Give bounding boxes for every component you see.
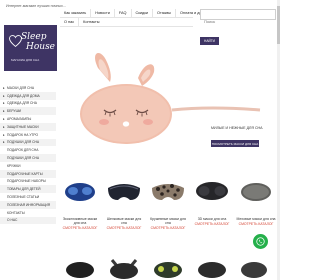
sidebar-item-label: ОДЕЖДА ДЛЯ ДОМА (7, 93, 40, 98)
nav-link-discounts[interactable]: Скидки (132, 8, 154, 18)
product-image-lace-mask[interactable] (148, 174, 188, 210)
sidebar-item-label: ПОЛЕЗНЫЕ СТАТЬИ (7, 195, 40, 200)
product-link[interactable]: СМОТРЕТЬ КАТАЛОГ (104, 226, 144, 230)
sidebar-item-info[interactable]: ПОЛЕЗНАЯ ИНФОРМАЦИЯ (0, 200, 56, 209)
sidebar-item-label: КРУЖКИ (7, 163, 21, 168)
sidebar-item-earplugs[interactable]: ▸ БЕРУШИ (0, 107, 56, 116)
sidebar-item-sleep-pillows[interactable]: ПОДУШКИ ДЛЯ СНА (0, 154, 56, 162)
sidebar-item-articles[interactable]: ПОЛЕЗНЫЕ СТАТЬИ (0, 193, 56, 201)
scrollbar-thumb[interactable] (277, 6, 280, 44)
chevron-right-icon: ▸ (3, 109, 5, 114)
category-sidebar: ▸ МАСКИ ДЛЯ СНА ▸ ОДЕЖДА ДЛЯ ДОМА ▸ ОДЕЖДА … (0, 84, 56, 225)
product-card[interactable]: Шелковые маски для сна СМОТРЕТЬ КАТАЛОГ (104, 174, 144, 230)
chevron-right-icon: ▸ (3, 117, 5, 122)
product-image[interactable] (104, 252, 144, 280)
bunny-nose (122, 121, 130, 127)
product-link[interactable]: СМОТРЕТЬ КАТАЛОГ (148, 226, 188, 230)
sidebar-item-label: ПОДУШКИ ДЛЯ СНА (7, 140, 40, 145)
product-title: Шелковые маски для сна (106, 217, 142, 226)
product-title: 3D маски для сна (197, 217, 227, 221)
sidebar-item-protective-masks[interactable]: ▸ ЗАЩИТНЫЕ МАСКИ (0, 122, 56, 131)
top-navigation: Как заказать Новости FAQ Скидки Отзывы О… (60, 8, 213, 27)
sidebar-item-kids[interactable]: ТОВАРЫ ДЛЯ ДЕТЕЙ (0, 185, 56, 194)
site-logo[interactable]: Sleep House МАГАЗИН ДЛЯ СНА (4, 25, 57, 71)
sidebar-item-label: ОДЕЖДА ДЛЯ СНА (7, 101, 37, 106)
sidebar-item-label: ТОВАРЫ ДЛЯ ДЕТЕЙ (7, 187, 41, 192)
sidebar-item-sleepwear[interactable]: ▸ ОДЕЖДА ДЛЯ СНА (0, 100, 56, 108)
sidebar-item-gift-sets[interactable]: ПОДАРОЧНЫЕ НАБОРЫ (0, 178, 56, 186)
product-title: Эксклюзивные маски для сна (62, 217, 98, 226)
product-image[interactable] (236, 252, 276, 280)
product-link[interactable]: СМОТРЕТЬ КАТАЛОГ (192, 222, 232, 226)
sidebar-item-label: КОНТАКТЫ (7, 210, 25, 215)
sidebar-item-label: ЗАЩИТНЫЕ МАСКИ (7, 124, 39, 129)
product-card[interactable]: Кружевные маски для сна СМОТРЕТЬ КАТАЛОГ (148, 174, 188, 230)
nav-row-2: О нас Контакты (60, 17, 193, 27)
product-image[interactable] (192, 252, 232, 280)
product-image-3d-mask[interactable] (192, 174, 232, 210)
chevron-right-icon: ▸ (3, 140, 5, 145)
sidebar-item-label: ПОДАРОК ДЛЯ СНА (7, 148, 39, 153)
sidebar-item-label: ПОДАРОЧНЫЕ НАБОРЫ (7, 179, 46, 184)
nav-link-reviews[interactable]: Отзывы (153, 8, 176, 18)
page-scrollbar[interactable] (277, 0, 280, 280)
nav-link-faq[interactable]: FAQ (115, 8, 132, 18)
product-image-silk-mask[interactable] (104, 174, 144, 210)
sidebar-item-label: ПОДАРОК НА УТРО (7, 132, 39, 137)
chevron-right-icon: ▸ (3, 124, 5, 129)
product-image-exclusive-mask[interactable] (60, 174, 100, 210)
sidebar-item-label: ПОДУШКИ ДЛЯ СНА (7, 156, 40, 161)
sidebar-item-mugs[interactable]: КРУЖКИ (0, 162, 56, 170)
sidebar-item-contacts[interactable]: КОНТАКТЫ (0, 209, 56, 217)
product-link[interactable]: СМОТРЕТЬ КАТАЛОГ (236, 222, 276, 226)
product-card[interactable]: Эксклюзивные маски для сна СМОТРЕТЬ КАТА… (60, 174, 100, 230)
logo-text-sleep: Sleep (21, 32, 47, 42)
logo-slogan: МАГАЗИН ДЛЯ СНА (11, 58, 40, 62)
logo-text-house: House (26, 42, 56, 52)
search-box (200, 9, 276, 26)
sidebar-item-label: АРОМАЛАМПЫ (7, 117, 32, 122)
sidebar-item-pillows[interactable]: ▸ ПОДУШКИ ДЛЯ СНА (0, 138, 56, 147)
nav-link-contacts[interactable]: Контакты (79, 18, 103, 27)
chevron-right-icon: ▸ (3, 101, 5, 106)
product-card[interactable]: 3D маски для сна СМОТРЕТЬ КАТАЛОГ (192, 174, 232, 226)
sidebar-item-label: МАСКИ ДЛЯ СНА (7, 85, 35, 90)
sidebar-item-gift-cards[interactable]: ПОДАРОЧНЫЕ КАРТЫ (0, 169, 56, 178)
product-title: Кружевные маски для сна (150, 217, 186, 226)
sidebar-item-label: ПОЛЕЗНАЯ ИНФОРМАЦИЯ (7, 202, 51, 207)
sidebar-item-homewear[interactable]: ▸ ОДЕЖДА ДЛЯ ДОМА (0, 91, 56, 100)
product-image[interactable] (60, 252, 100, 280)
chevron-right-icon: ▸ (3, 132, 5, 137)
sidebar-item-gift-for-sleep[interactable]: ПОДАРОК ДЛЯ СНА (0, 146, 56, 154)
nav-link-how-to-order[interactable]: Как заказать (60, 8, 92, 18)
product-image-fur-mask[interactable] (236, 174, 276, 210)
header-tagline: Интернет-магазин лучших ночных... (6, 4, 66, 8)
chevron-right-icon: ▸ (3, 93, 5, 98)
nav-link-about[interactable]: О нас (60, 17, 80, 27)
product-image[interactable] (148, 252, 188, 280)
chevron-right-icon: ▸ (3, 85, 5, 90)
sidebar-item-morning-gift[interactable]: ▸ ПОДАРОК НА УТРО (0, 131, 56, 139)
sidebar-item-label: ПОДАРОЧНЫЕ КАРТЫ (7, 171, 43, 176)
sidebar-item-aroma-lamps[interactable]: ▸ АРОМАЛАМПЫ (0, 115, 56, 123)
sidebar-item-label: БЕРУШИ (7, 109, 21, 114)
product-card[interactable]: Меховые маски для сна СМОТРЕТЬ КАТАЛОГ (236, 174, 276, 226)
sidebar-item-sleep-masks[interactable]: ▸ МАСКИ ДЛЯ СНА (0, 84, 56, 92)
sidebar-item-label: О НАС (7, 218, 18, 223)
search-button[interactable]: НАЙТИ (200, 37, 219, 45)
nav-link-news[interactable]: Новости (91, 8, 115, 18)
search-input[interactable] (201, 17, 275, 26)
product-title: Меховые маски для сна (236, 217, 276, 221)
product-link[interactable]: СМОТРЕТЬ КАТАЛОГ (60, 226, 100, 230)
hero-title: МИЛЫЕ И НЕЖНЫЕ ДЛЯ СНА (211, 126, 263, 130)
view-masks-button[interactable]: ПОСМОТРЕТЬ МАСКИ ДЛЯ СНА (211, 140, 259, 147)
sidebar-item-about[interactable]: О НАС (0, 216, 56, 225)
whatsapp-button[interactable] (253, 234, 268, 249)
whatsapp-icon (256, 237, 265, 246)
